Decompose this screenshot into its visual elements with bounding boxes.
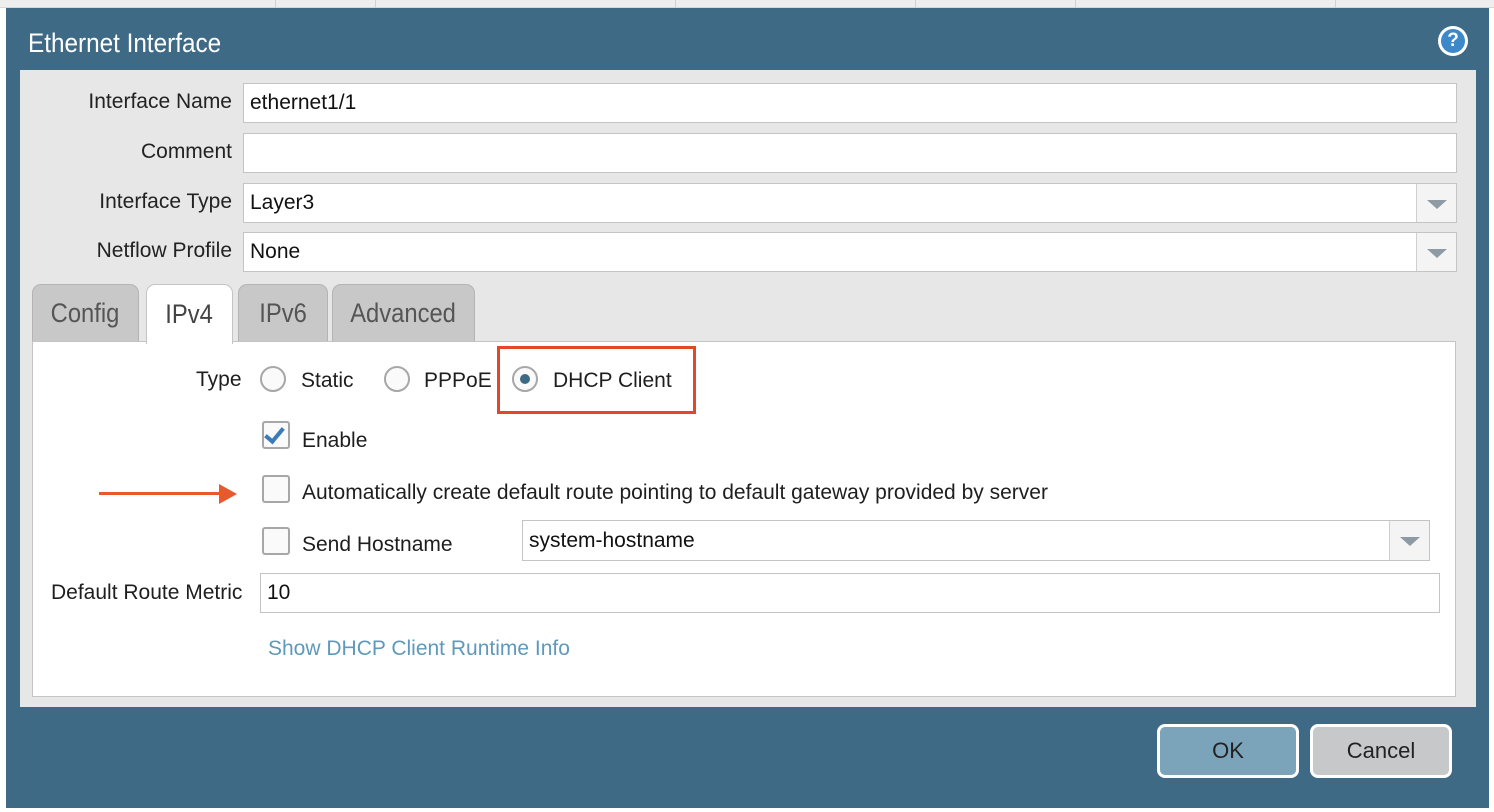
default-route-metric-value: 10 xyxy=(267,581,291,604)
type-label: Type xyxy=(196,368,242,391)
chevron-down-icon[interactable] xyxy=(1416,184,1456,222)
auto-default-route-label[interactable]: Automatically create default route point… xyxy=(302,481,1048,505)
tab-ipv6[interactable]: IPv6 xyxy=(238,284,328,342)
background-table-strip xyxy=(0,0,1494,8)
default-route-metric-label: Default Route Metric xyxy=(51,581,243,604)
send-hostname-select[interactable]: system-hostname xyxy=(522,520,1430,561)
interface-name-value: ethernet1/1 xyxy=(250,91,357,114)
ethernet-interface-dialog: Ethernet Interface ? Interface Name ethe… xyxy=(6,8,1489,808)
annotation-highlight-box xyxy=(497,346,696,414)
send-hostname-checkbox[interactable] xyxy=(262,527,290,555)
auto-default-route-checkbox[interactable] xyxy=(262,475,290,503)
tab-ipv4[interactable]: IPv4 xyxy=(146,284,233,344)
enable-label[interactable]: Enable xyxy=(302,429,367,453)
netflow-profile-label: Netflow Profile xyxy=(96,239,232,262)
interface-type-select[interactable]: Layer3 xyxy=(243,183,1457,223)
interface-name-input[interactable]: ethernet1/1 xyxy=(243,83,1457,123)
cancel-button-label: Cancel xyxy=(1346,738,1416,763)
radio-pppoe-label[interactable]: PPPoE xyxy=(424,369,492,393)
tab-config-label: Config xyxy=(51,298,120,328)
chevron-down-icon[interactable] xyxy=(1389,521,1429,560)
comment-input[interactable] xyxy=(243,133,1457,173)
radio-static[interactable] xyxy=(260,366,286,392)
annotation-arrow-icon xyxy=(99,484,239,504)
ipv4-panel xyxy=(32,341,1456,697)
tab-config[interactable]: Config xyxy=(32,284,139,342)
chevron-down-icon[interactable] xyxy=(1416,233,1456,271)
interface-name-label: Interface Name xyxy=(88,90,232,113)
netflow-profile-value: None xyxy=(250,240,301,263)
send-hostname-label[interactable]: Send Hostname xyxy=(302,533,453,557)
radio-pppoe[interactable] xyxy=(384,366,410,392)
help-icon[interactable]: ? xyxy=(1438,26,1468,56)
show-dhcp-runtime-info-link[interactable]: Show DHCP Client Runtime Info xyxy=(268,637,570,661)
enable-checkbox[interactable] xyxy=(262,421,290,449)
dialog-title: Ethernet Interface xyxy=(28,28,222,58)
checkmark-icon xyxy=(264,422,285,445)
ok-button[interactable]: OK xyxy=(1157,724,1299,778)
netflow-profile-select[interactable]: None xyxy=(243,232,1457,272)
cancel-button[interactable]: Cancel xyxy=(1310,724,1452,778)
help-glyph: ? xyxy=(1441,29,1465,53)
comment-label: Comment xyxy=(140,140,232,163)
tab-ipv6-label: IPv6 xyxy=(259,298,307,328)
interface-type-value: Layer3 xyxy=(250,191,315,214)
interface-type-label: Interface Type xyxy=(99,190,232,213)
tab-advanced[interactable]: Advanced xyxy=(332,284,475,342)
send-hostname-value: system-hostname xyxy=(529,528,695,552)
ok-button-label: OK xyxy=(1212,738,1244,763)
default-route-metric-input[interactable]: 10 xyxy=(260,573,1440,613)
tab-advanced-label: Advanced xyxy=(350,298,457,328)
tab-ipv4-label: IPv4 xyxy=(165,299,214,329)
radio-static-label[interactable]: Static xyxy=(301,369,354,393)
